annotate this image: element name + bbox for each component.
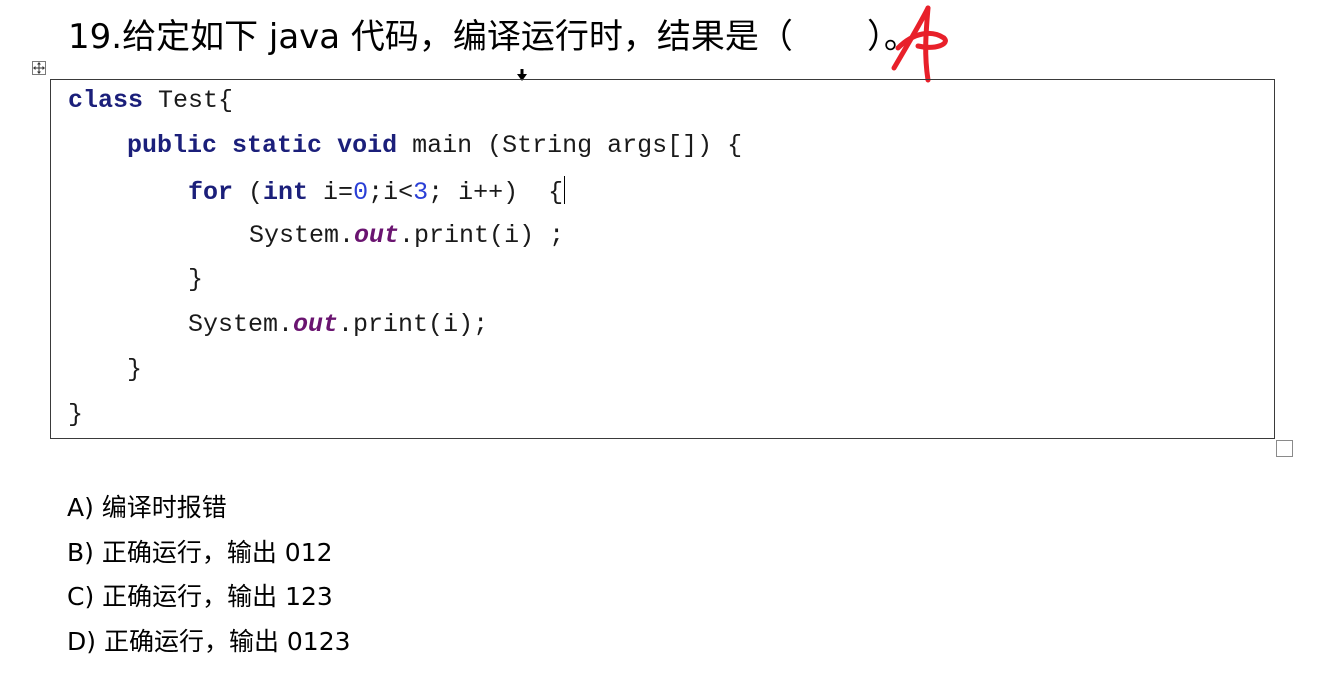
option-c: C) 正确运行，输出 123 (67, 582, 333, 611)
code-line-5: } (188, 265, 204, 294)
code-line-6: System.out.print(i); (188, 310, 489, 339)
code-line-1: class Test{ (68, 86, 234, 115)
number-literal: 3 (413, 178, 429, 207)
code-line-2: public static void main (String args[]) … (127, 131, 743, 160)
option-a: A) 编译时报错 (67, 493, 227, 522)
handwritten-answer-mark (891, 5, 948, 83)
option-d: D) 正确运行，输出 0123 (67, 627, 351, 656)
number-literal: 0 (353, 178, 369, 207)
code-line-3: for (int i=0;i<3; i++) { (188, 176, 566, 207)
keyword: void (337, 131, 398, 160)
text-cursor (564, 176, 566, 204)
table-move-icon[interactable] (32, 61, 46, 75)
option-b: B) 正确运行，输出 012 (67, 538, 333, 567)
static-field: out (293, 310, 339, 339)
code-line-4: System.out.print(i) ; (249, 221, 565, 250)
keyword: int (263, 178, 309, 207)
code-line-7: } (127, 355, 143, 384)
keyword: for (188, 178, 234, 207)
question-number: 19. (68, 17, 123, 57)
static-field: out (354, 221, 400, 250)
keyword: class (68, 86, 144, 115)
keyword: static (232, 131, 323, 160)
question-text: 给定如下 java 代码，编译运行时，结果是（ (122, 17, 793, 57)
table-resize-icon[interactable] (1276, 440, 1293, 457)
code-line-8: } (68, 400, 84, 429)
question-title: 19.给定如下 java 代码，编译运行时，结果是（）。 (68, 12, 918, 62)
keyword: public (127, 131, 218, 160)
